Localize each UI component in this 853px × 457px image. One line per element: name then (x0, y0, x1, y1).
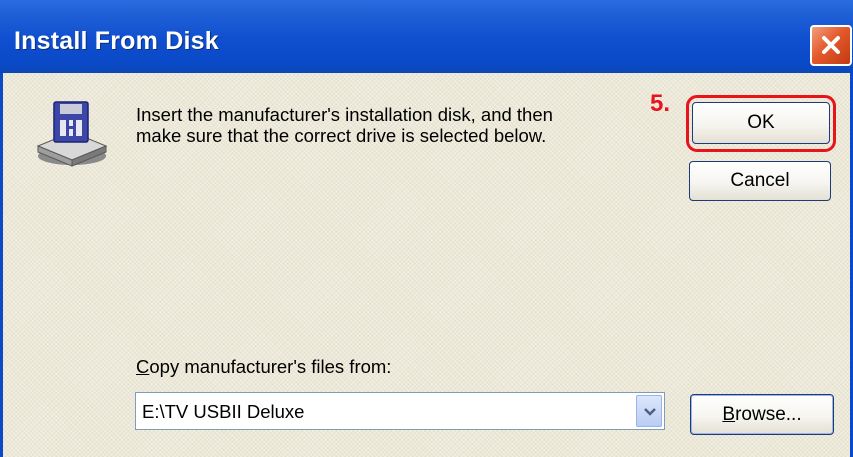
dropdown-button[interactable] (636, 395, 662, 427)
chevron-down-icon (644, 408, 656, 416)
browse-label: rowse... (735, 404, 802, 425)
cancel-button[interactable]: Cancel (689, 161, 831, 201)
close-icon (822, 36, 840, 54)
disk-drive-icon (36, 101, 108, 167)
instruction-line-1: Insert the manufacturer's installation d… (136, 104, 553, 125)
ok-button[interactable]: OK (692, 102, 830, 144)
instruction-line-2: make sure that the correct drive is sele… (136, 125, 547, 146)
copy-from-label-access-key: C (136, 356, 150, 377)
title-bar[interactable]: Install From Disk (0, 0, 853, 73)
browse-button[interactable]: Browse... (690, 394, 834, 435)
close-button[interactable] (810, 25, 852, 66)
instruction-text: Insert the manufacturer's installation d… (136, 104, 656, 146)
step-annotation: 5. (650, 90, 671, 117)
source-path-combobox[interactable]: E:\TV USBII Deluxe (135, 392, 665, 430)
window-title: Install From Disk (14, 27, 219, 55)
install-from-disk-dialog: Install From Disk Insert the manufacture… (0, 0, 853, 457)
source-path-value: E:\TV USBII Deluxe (142, 401, 305, 422)
copy-from-label: Copy manufacturer's files from: (136, 356, 391, 378)
browse-access-key: B (722, 404, 736, 425)
copy-from-label-text: opy manufacturer's files from: (149, 356, 392, 377)
